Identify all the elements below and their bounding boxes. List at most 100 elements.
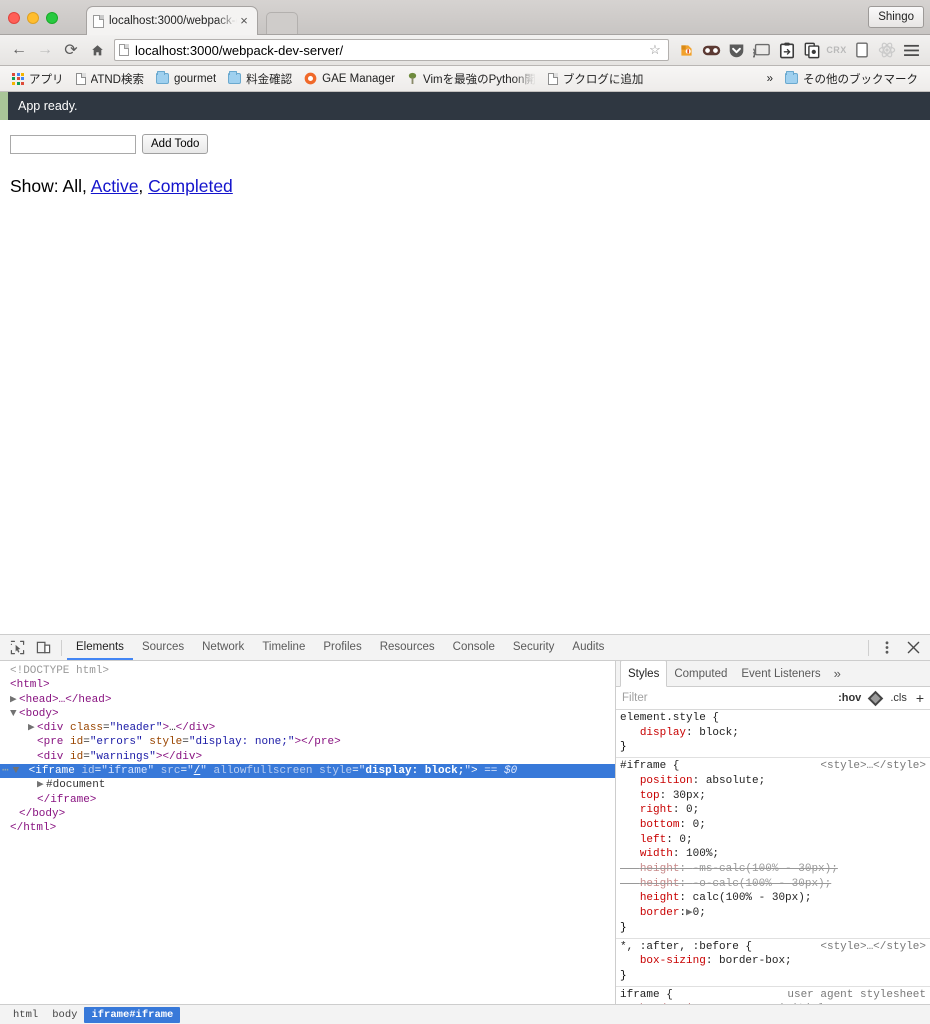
more-options-icon[interactable] bbox=[874, 636, 900, 660]
expand-triangle-icon[interactable]: ▶ bbox=[10, 693, 19, 707]
dom-row-menu-icon[interactable]: ⋯ bbox=[0, 765, 13, 777]
rule-selector[interactable]: iframe { bbox=[620, 988, 673, 1003]
close-window-button[interactable] bbox=[8, 12, 20, 24]
expand-shorthand-icon[interactable]: ▶ bbox=[686, 906, 693, 921]
dom-row-selected[interactable]: ⋯ ▼ <iframe id="iframe" src="/" allowfulls… bbox=[0, 764, 615, 779]
close-icon[interactable]: × bbox=[237, 14, 251, 28]
bookmark-item-gourmet[interactable]: gourmet bbox=[150, 69, 222, 89]
chrome-menu-icon[interactable] bbox=[899, 38, 924, 62]
declaration-property[interactable]: box-sizing bbox=[640, 955, 706, 967]
device-toolbar-icon[interactable] bbox=[30, 636, 56, 660]
bookmark-item-vim[interactable]: Vimを最強のPython開 bbox=[401, 69, 542, 89]
styles-rules-list[interactable]: element.style { display: block; } #ifram… bbox=[616, 710, 930, 1004]
declaration-value[interactable]: block; bbox=[699, 727, 739, 739]
close-devtools-icon[interactable] bbox=[900, 636, 926, 660]
styles-tabs-overflow-icon[interactable]: » bbox=[828, 666, 847, 681]
forward-button[interactable]: → bbox=[32, 38, 58, 62]
dom-row[interactable]: <div id="warnings"></div> bbox=[0, 750, 615, 764]
bookmark-apps[interactable]: アプリ bbox=[6, 69, 70, 89]
style-declaration[interactable]: position: absolute; bbox=[616, 774, 930, 789]
tab-sources[interactable]: Sources bbox=[133, 635, 193, 660]
dom-row[interactable]: ▶ #document bbox=[0, 778, 615, 792]
browser-tab[interactable]: localhost:3000/webpack-d × bbox=[86, 6, 258, 35]
tab-timeline[interactable]: Timeline bbox=[253, 635, 314, 660]
dom-row[interactable]: ▶ <head>…</head> bbox=[0, 693, 615, 707]
declaration-property[interactable]: bottom bbox=[640, 819, 680, 831]
collapse-triangle-icon[interactable]: ▼ bbox=[13, 764, 29, 778]
bookmark-star-icon[interactable]: ☆ bbox=[646, 41, 664, 59]
style-declaration[interactable]: left: 0; bbox=[616, 833, 930, 848]
declaration-property[interactable]: left bbox=[640, 834, 666, 846]
inspect-element-icon[interactable] bbox=[4, 636, 30, 660]
color-scheme-icon[interactable] bbox=[868, 690, 884, 706]
bookmark-item-ryokin[interactable]: 料金確認 bbox=[222, 69, 298, 89]
tab-network[interactable]: Network bbox=[193, 635, 253, 660]
tab-security[interactable]: Security bbox=[504, 635, 564, 660]
bookmark-item-booklog[interactable]: ブクログに追加 bbox=[542, 69, 650, 89]
declaration-value[interactable]: -ms-calc(100% - 30px); bbox=[693, 863, 838, 875]
reload-button[interactable]: ⟳ bbox=[58, 38, 84, 62]
style-declaration-disabled[interactable]: border-image-source: initial; bbox=[616, 1002, 930, 1004]
style-declaration[interactable]: height: calc(100% - 30px); bbox=[616, 891, 930, 906]
declaration-property[interactable]: border bbox=[640, 907, 680, 919]
style-declaration[interactable]: box-sizing: border-box; bbox=[616, 954, 930, 969]
dom-row[interactable]: <!DOCTYPE html> bbox=[0, 664, 615, 678]
profile-button[interactable]: Shingo bbox=[868, 6, 924, 28]
minimize-window-button[interactable] bbox=[27, 12, 39, 24]
rule-selector[interactable]: *, :after, :before { bbox=[620, 940, 752, 955]
tab-console[interactable]: Console bbox=[444, 635, 504, 660]
styles-filter-input[interactable]: Filter bbox=[622, 692, 829, 704]
expand-triangle-icon[interactable]: ▶ bbox=[28, 721, 37, 735]
maximize-window-button[interactable] bbox=[46, 12, 58, 24]
new-tab-button[interactable] bbox=[266, 12, 298, 34]
todo-input[interactable] bbox=[10, 134, 136, 154]
tab-audits[interactable]: Audits bbox=[563, 635, 613, 660]
bookmarks-overflow-button[interactable]: » bbox=[761, 69, 779, 89]
copy-docs-extension-icon[interactable] bbox=[799, 38, 824, 62]
breadcrumb-item-body[interactable]: body bbox=[45, 1007, 84, 1023]
tab-elements[interactable]: Elements bbox=[67, 635, 133, 660]
declaration-value[interactable]: 100%; bbox=[686, 848, 719, 860]
declaration-value[interactable]: -o-calc(100% - 30px); bbox=[693, 878, 832, 890]
declaration-property[interactable]: border-image-source bbox=[640, 1003, 765, 1004]
rule-origin[interactable]: <style>…</style> bbox=[820, 759, 930, 774]
declaration-value[interactable]: border-box; bbox=[719, 955, 792, 967]
pocket-shield-icon[interactable] bbox=[724, 38, 749, 62]
address-bar[interactable]: localhost:3000/webpack-dev-server/ ☆ bbox=[114, 39, 669, 61]
rule-selector[interactable]: #iframe { bbox=[620, 759, 679, 774]
style-declaration-disabled[interactable]: height: -o-calc(100% - 30px); bbox=[616, 877, 930, 892]
filter-active[interactable]: Active bbox=[91, 176, 139, 196]
declaration-property[interactable]: display bbox=[640, 727, 686, 739]
style-declaration[interactable]: border:▶0; bbox=[616, 906, 930, 921]
back-button[interactable]: ← bbox=[6, 38, 32, 62]
style-declaration[interactable]: display: block; bbox=[616, 726, 930, 741]
bookmark-item-gae-manager[interactable]: GAE Manager bbox=[298, 69, 401, 89]
style-declaration[interactable]: top: 30px; bbox=[616, 789, 930, 804]
tab-resources[interactable]: Resources bbox=[371, 635, 444, 660]
collapse-triangle-icon[interactable]: ▼ bbox=[10, 707, 19, 721]
mask-extension-icon[interactable] bbox=[699, 38, 724, 62]
tab-profiles[interactable]: Profiles bbox=[314, 635, 370, 660]
dom-row[interactable]: <pre id="errors" style="display: none;">… bbox=[0, 735, 615, 749]
declaration-property[interactable]: right bbox=[640, 804, 673, 816]
dom-row[interactable]: </iframe> bbox=[0, 793, 615, 807]
declaration-property[interactable]: position bbox=[640, 775, 693, 787]
bookmark-item-atnd[interactable]: ATND検索 bbox=[70, 69, 150, 89]
crx-extension-icon[interactable]: CRX bbox=[824, 38, 849, 62]
hover-state-button[interactable]: :hov bbox=[838, 692, 861, 704]
dom-tree-pane[interactable]: <!DOCTYPE html> <html> ▶ <head>…</head> ▼… bbox=[0, 661, 615, 1004]
cast-icon[interactable] bbox=[749, 38, 774, 62]
dom-row[interactable]: <html> bbox=[0, 678, 615, 692]
expand-triangle-icon[interactable]: ▶ bbox=[37, 778, 46, 792]
tab-event-listeners[interactable]: Event Listeners bbox=[734, 661, 827, 686]
declaration-value[interactable]: 0; bbox=[686, 804, 699, 816]
declaration-value[interactable]: 30px; bbox=[673, 790, 706, 802]
filter-completed[interactable]: Completed bbox=[148, 176, 233, 196]
tab-styles[interactable]: Styles bbox=[620, 661, 668, 687]
dom-row[interactable]: ▼ <body> bbox=[0, 707, 615, 721]
declaration-value[interactable]: absolute; bbox=[706, 775, 765, 787]
rule-selector[interactable]: element.style { bbox=[620, 711, 719, 726]
declaration-property[interactable]: height bbox=[640, 892, 680, 904]
style-declaration[interactable]: bottom: 0; bbox=[616, 818, 930, 833]
new-style-rule-button[interactable]: + bbox=[916, 691, 924, 705]
